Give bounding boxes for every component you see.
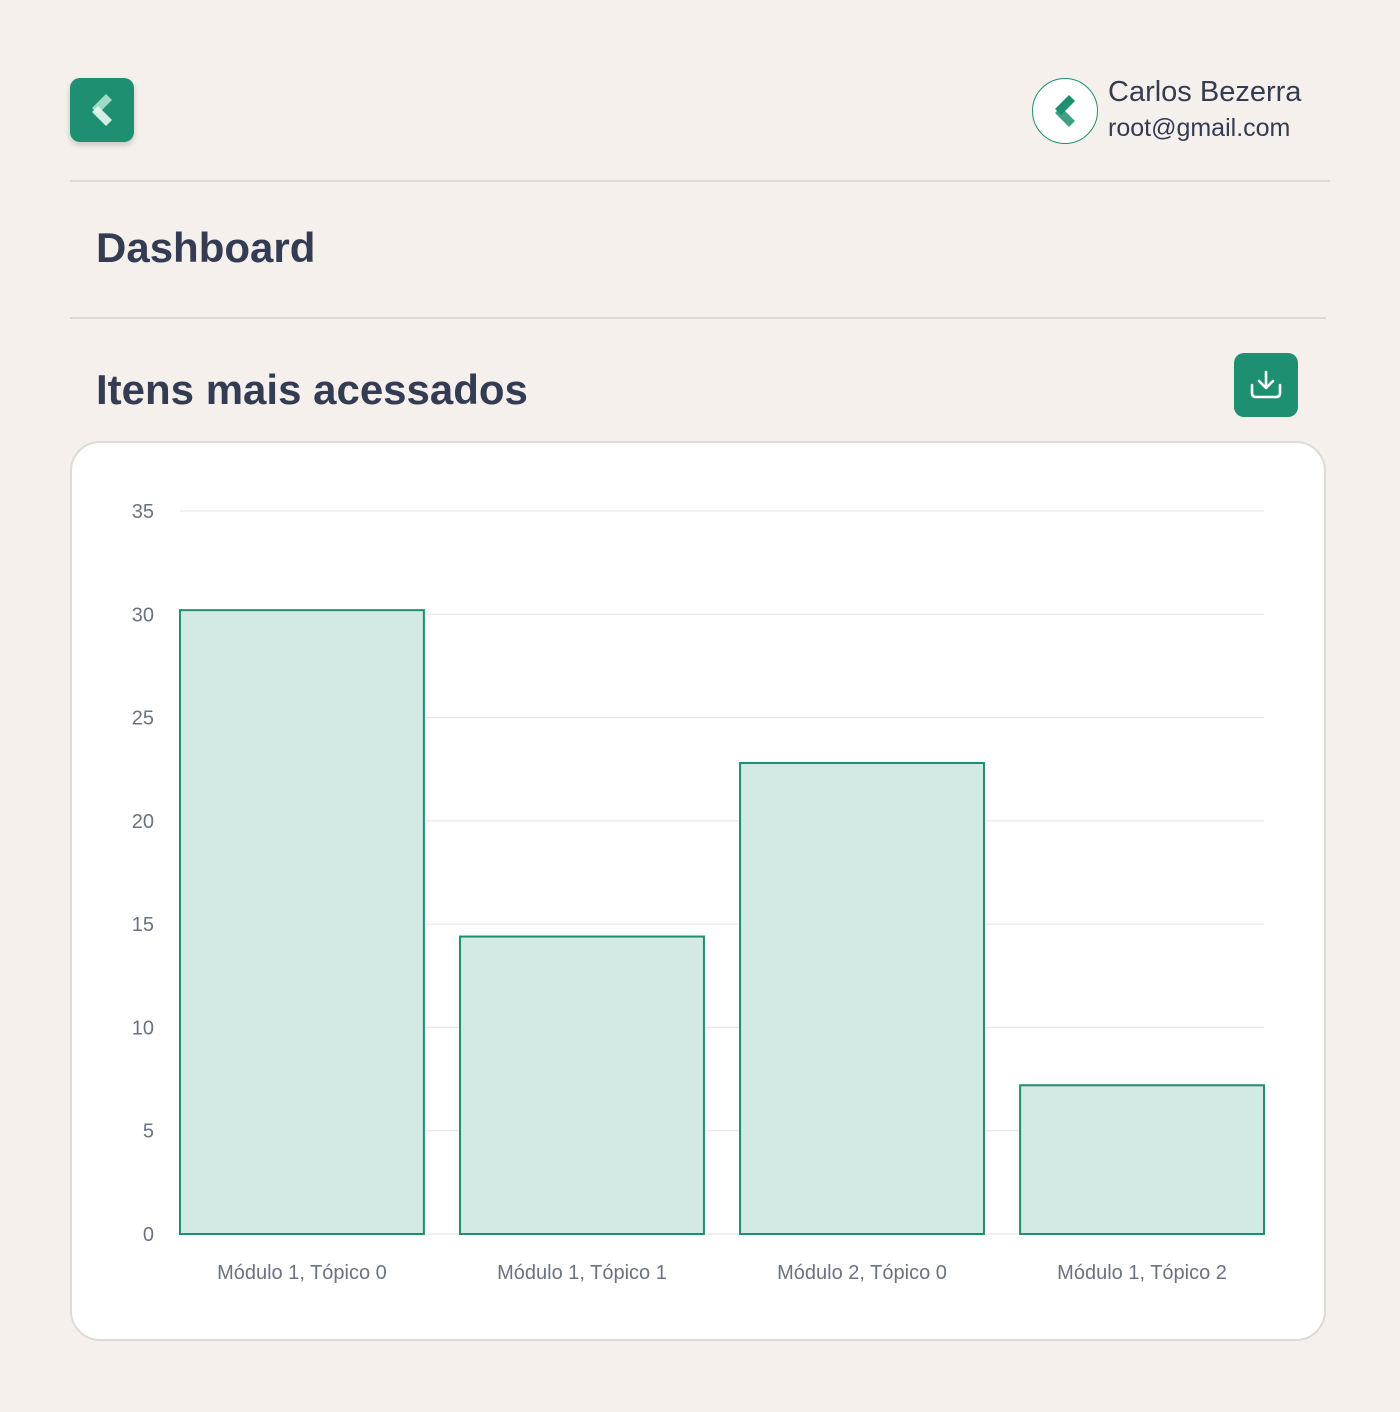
x-tick-label: Módulo 1, Tópico 2 <box>1057 1262 1227 1284</box>
x-tick-label: Módulo 1, Tópico 0 <box>217 1262 387 1284</box>
brand-logo[interactable] <box>70 78 134 142</box>
y-tick-label: 30 <box>132 604 154 626</box>
title-divider <box>70 317 1326 319</box>
y-tick-label: 0 <box>143 1224 154 1246</box>
download-button[interactable] <box>1234 353 1298 417</box>
y-tick-label: 35 <box>132 501 154 523</box>
bar[interactable] <box>1019 1084 1265 1235</box>
download-icon <box>1250 370 1282 399</box>
bar[interactable] <box>179 609 425 1235</box>
y-tick-label: 15 <box>132 914 154 936</box>
bar-chart: 0 5 10 15 20 25 30 35 Módulo 1, Tópico 0 Módulo 1… <box>132 501 1265 1284</box>
avatar[interactable] <box>1032 78 1098 144</box>
y-tick-label: 10 <box>132 1017 154 1039</box>
chart-card: 0 5 10 15 20 25 30 35 Módulo 1, Tópico 0 Módulo 1… <box>70 441 1326 1341</box>
bar[interactable] <box>459 935 705 1235</box>
user-email: root@gmail.com <box>1108 114 1291 142</box>
user-name: Carlos Bezerra <box>1108 76 1302 108</box>
user-profile[interactable]: Carlos Bezerra root@gmail.com <box>1032 76 1332 146</box>
header-divider <box>70 180 1330 182</box>
brand-logo-icon <box>92 94 112 126</box>
page-title: Dashboard <box>96 224 316 271</box>
y-tick-label: 20 <box>132 811 154 833</box>
section-title: Itens mais acessados <box>96 366 528 413</box>
x-tick-label: Módulo 2, Tópico 0 <box>777 1262 947 1284</box>
y-tick-label: 5 <box>143 1121 154 1143</box>
y-tick-label: 25 <box>132 708 154 730</box>
bar[interactable] <box>739 762 985 1235</box>
x-tick-label: Módulo 1, Tópico 1 <box>497 1262 667 1284</box>
brand-logo-icon <box>1055 95 1075 127</box>
